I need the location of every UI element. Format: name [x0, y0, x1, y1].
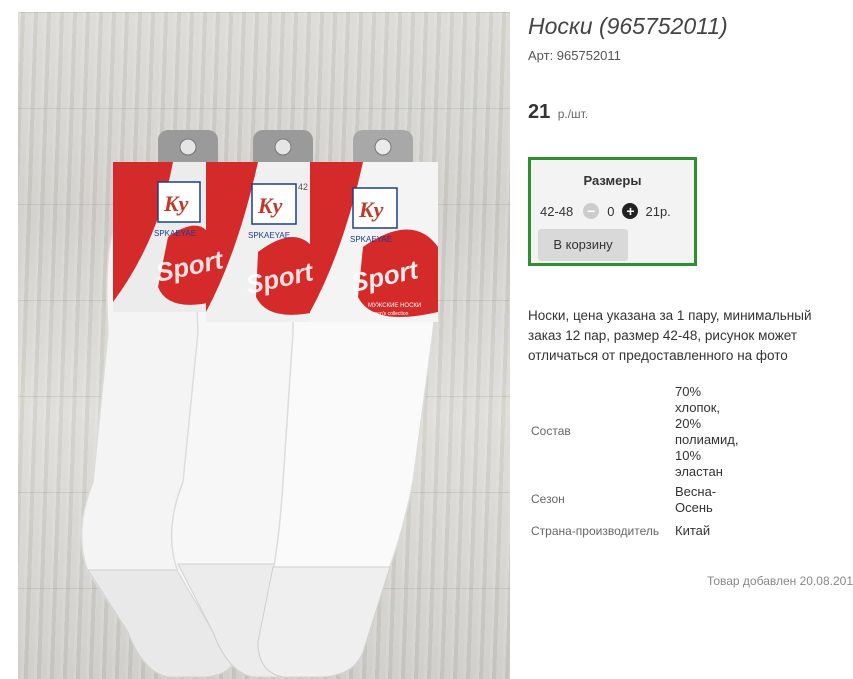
socks-photo: Ky Ky Ky SPKAEYAE SPKAEYAE SPKAEYAE Spor… — [80, 130, 438, 678]
brand-logo-3: Ky — [358, 197, 384, 222]
company-1: SPKAEYAE — [154, 229, 196, 238]
product-title: Носки (965752011) — [528, 13, 728, 39]
size-row: 42-48 − 0 + 21р. — [540, 203, 671, 219]
spec-line: 10% — [675, 448, 702, 463]
spec-value-composition: 70% хлопок, 20% полиамид, 10% эластан — [675, 384, 738, 480]
spec-line: эластан — [675, 464, 723, 479]
price-value: 21 — [528, 101, 551, 123]
size-price: 21р. — [645, 203, 671, 219]
product-image[interactable]: Ky Ky Ky SPKAEYAE SPKAEYAE SPKAEYAE Spor… — [18, 12, 510, 679]
spec-line: 70% — [675, 384, 702, 399]
spec-label-country: Страна-производитель — [531, 524, 660, 538]
plus-icon[interactable]: + — [622, 203, 639, 219]
spec-label-season: Сезон — [531, 492, 565, 506]
quantity-value[interactable]: 0 — [607, 204, 614, 219]
product-sku: Арт: 965752011 — [528, 48, 621, 63]
company-2: SPKAEYAE — [248, 231, 290, 240]
spec-line: Осень — [675, 500, 713, 515]
company-3: SPKAEYAE — [350, 235, 392, 244]
spec-line: Китай — [675, 523, 711, 538]
spec-value-country: Китай — [675, 523, 710, 539]
size-selector: Размеры 42-48 − 0 + 21р. В корзину — [528, 157, 697, 266]
minus-icon[interactable]: − — [583, 203, 600, 219]
size-label: 42-48 — [540, 203, 574, 219]
sizes-heading: Размеры — [583, 173, 642, 188]
product-price: 21 р./шт. — [528, 101, 588, 124]
added-date: Товар добавлен 20.08.201 — [706, 574, 853, 588]
spec-line: Весна- — [675, 484, 717, 499]
spec-line: полиамид, — [675, 432, 739, 447]
spec-value-season: Весна- Осень — [675, 484, 716, 516]
spec-line: хлопок, — [675, 400, 721, 415]
spec-label-composition: Состав — [531, 424, 571, 438]
card-line-2: men's collection — [373, 311, 409, 317]
brand-logo-1: Ky — [163, 191, 189, 216]
add-to-cart-button[interactable]: В корзину — [538, 229, 628, 261]
price-unit: р./шт. — [557, 107, 589, 121]
brand-logo-2: Ky — [257, 193, 283, 218]
spec-line: 20% — [675, 416, 702, 431]
card-size-mark: 42 — [298, 182, 308, 192]
product-description: Носки, цена указана за 1 пару, минимальн… — [528, 308, 812, 363]
card-line-1: МУЖСКИЕ НОСКИ — [368, 303, 421, 309]
